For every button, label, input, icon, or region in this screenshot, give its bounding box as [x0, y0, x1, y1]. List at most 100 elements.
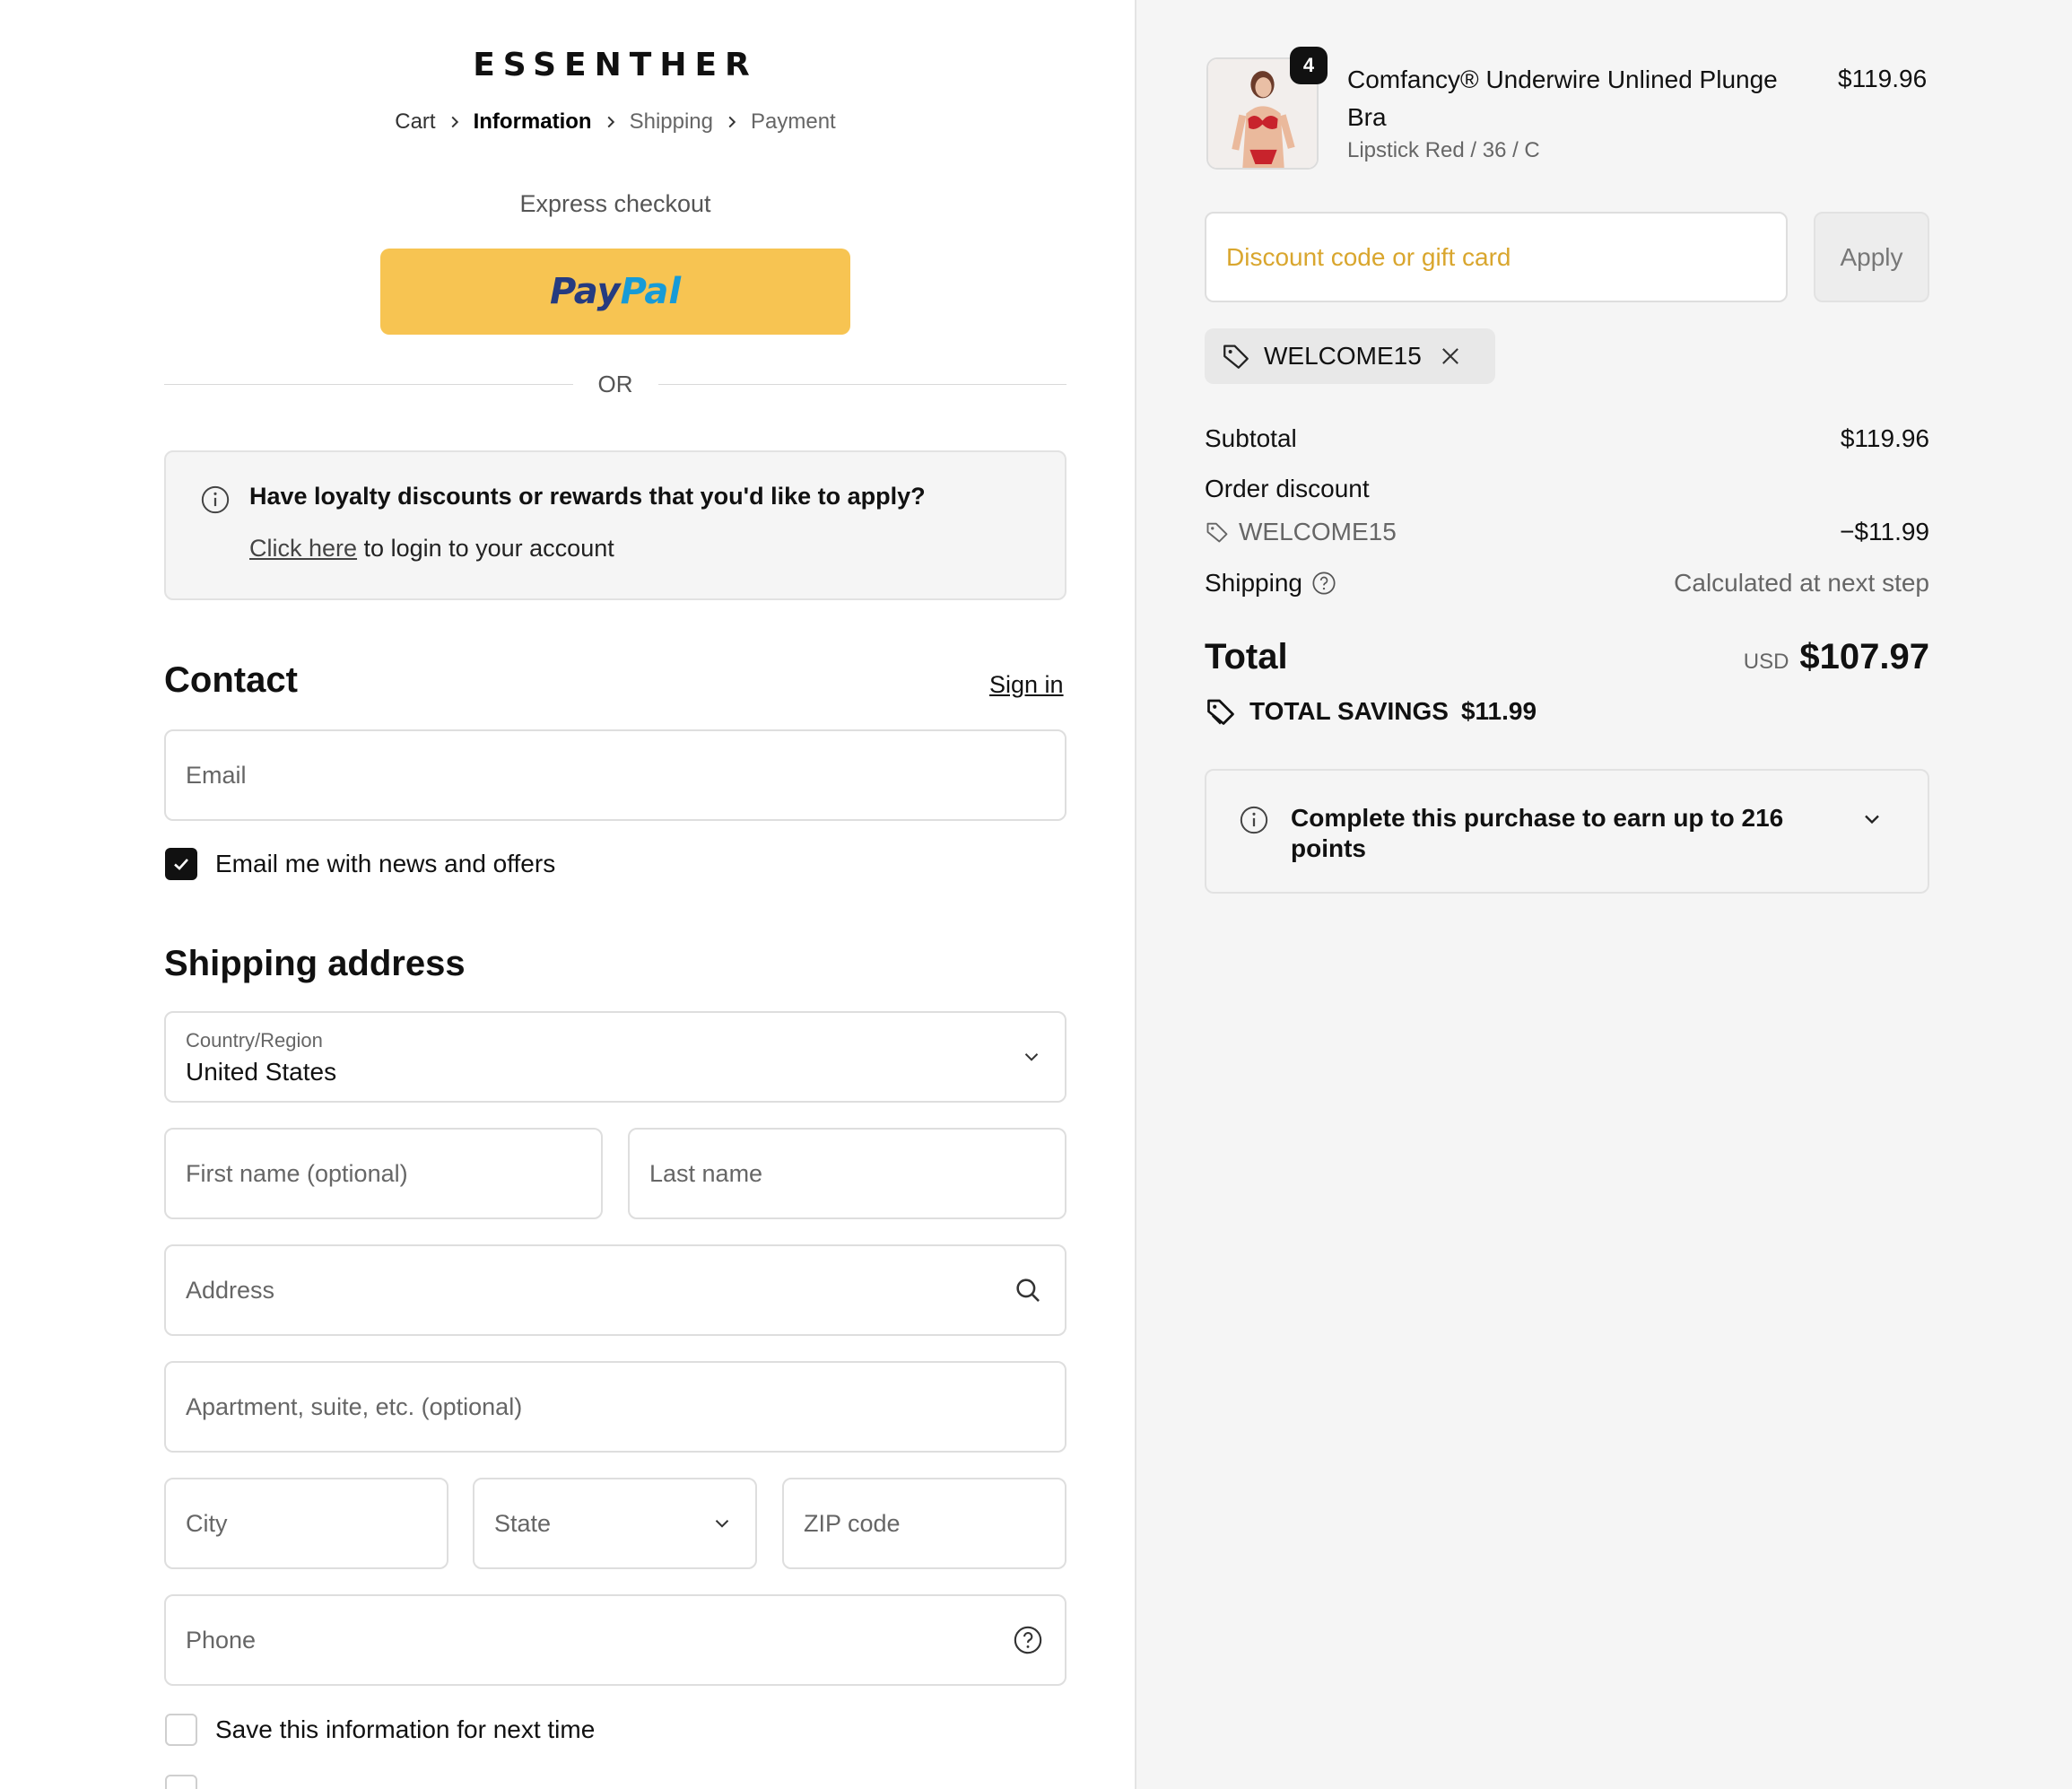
help-circle-icon[interactable] [1013, 1625, 1043, 1655]
chevron-down-icon [1024, 1053, 1039, 1061]
loyalty-login-link[interactable]: Click here [249, 535, 357, 562]
phone-field[interactable]: Phone [164, 1594, 1066, 1686]
quantity-badge: 4 [1290, 47, 1328, 84]
applied-discount-code: WELCOME15 [1264, 342, 1422, 370]
sms-checkbox[interactable] [165, 1775, 197, 1789]
address-placeholder: Address [186, 1276, 275, 1304]
breadcrumb-payment: Payment [751, 109, 836, 134]
sms-checkbox-row[interactable] [165, 1775, 197, 1789]
shipping-label: Shipping [1205, 569, 1302, 597]
points-accordion[interactable]: Complete this purchase to earn up to 216… [1205, 769, 1929, 894]
first-name-placeholder: First name (optional) [186, 1159, 408, 1187]
breadcrumb: Cart Information Shipping Payment [164, 109, 1066, 135]
discount-code-name: WELCOME15 [1239, 518, 1397, 545]
newsletter-checkbox[interactable] [165, 848, 197, 880]
chevron-right-icon [718, 116, 745, 128]
city-field[interactable]: City [164, 1478, 448, 1569]
zip-field[interactable]: ZIP code [782, 1478, 1066, 1569]
loyalty-banner: Have loyalty discounts or rewards that y… [164, 450, 1066, 600]
savings-value: $11.99 [1460, 697, 1537, 725]
breadcrumb-information: Information [473, 109, 592, 134]
subtotal-label: Subtotal [1205, 424, 1297, 452]
tag-icon [1206, 522, 1228, 543]
or-label: OR [597, 370, 633, 397]
order-discount-row: Order discount [1205, 475, 1929, 503]
info-icon [201, 485, 230, 514]
express-checkout-title: Express checkout [519, 190, 711, 217]
help-circle-icon[interactable] [1311, 571, 1336, 596]
discount-value: −$11.99 [1840, 518, 1929, 545]
shipping-address-heading: Shipping address [164, 944, 466, 983]
tag-icon [1207, 699, 1234, 725]
product-name: Comfancy® Underwire Unlined Plunge Bra [1347, 65, 1778, 131]
currency-code: USD [1743, 650, 1789, 674]
state-placeholder: State [494, 1509, 552, 1537]
save-info-label: Save this information for next time [215, 1715, 596, 1743]
shipping-row: Shipping Calculated at next step [1205, 569, 1929, 598]
apartment-placeholder: Apartment, suite, etc. (optional) [186, 1392, 523, 1420]
breadcrumb-cart[interactable]: Cart [389, 109, 440, 135]
subtotal-value: $119.96 [1840, 424, 1929, 452]
subtotal-row: Subtotal $119.96 [1205, 424, 1929, 453]
tag-icon [1223, 345, 1249, 369]
close-icon[interactable] [1438, 344, 1463, 369]
state-select[interactable]: State [473, 1478, 757, 1569]
discount-code-row: WELCOME15 −$11.99 [1205, 518, 1929, 546]
total-savings: TOTAL SAVINGS $11.99 [1205, 695, 1537, 728]
paypal-button[interactable]: Pay Pal [380, 249, 850, 335]
discount-placeholder: Discount code or gift card [1226, 242, 1511, 271]
total-label: Total [1205, 637, 1288, 676]
discount-code-input[interactable]: Discount code or gift card [1205, 212, 1788, 302]
product-price: $119.96 [1838, 65, 1928, 92]
apply-discount-button[interactable]: Apply [1814, 212, 1929, 302]
total-row: Total USD $107.97 [1205, 637, 1929, 677]
savings-label: TOTAL SAVINGS [1249, 697, 1449, 725]
newsletter-checkbox-row[interactable]: Email me with news and offers [165, 848, 555, 880]
city-placeholder: City [186, 1509, 228, 1537]
order-discount-label: Order discount [1205, 475, 1370, 502]
first-name-field[interactable]: First name (optional) [164, 1128, 603, 1219]
chevron-down-icon [715, 1520, 729, 1528]
address-field[interactable]: Address [164, 1244, 1066, 1336]
applied-discount-chip: WELCOME15 [1205, 328, 1495, 384]
divider-line [164, 383, 573, 385]
email-field[interactable]: Email [164, 729, 1066, 821]
save-info-checkbox-row[interactable]: Save this information for next time [165, 1714, 595, 1746]
phone-placeholder: Phone [186, 1626, 257, 1654]
chevron-right-icon [441, 116, 468, 128]
chevron-right-icon [597, 116, 624, 128]
country-label: Country/Region [186, 1029, 323, 1052]
product-thumbnail: 4 [1206, 47, 1328, 170]
apartment-field[interactable]: Apartment, suite, etc. (optional) [164, 1361, 1066, 1453]
zip-placeholder: ZIP code [804, 1509, 901, 1537]
email-placeholder: Email [186, 761, 247, 789]
chevron-down-icon[interactable] [1859, 807, 1885, 832]
shipping-value: Calculated at next step [1674, 569, 1929, 597]
country-value: United States [186, 1058, 337, 1086]
brand-logo[interactable]: ESSENTHER [164, 47, 1066, 83]
save-info-checkbox[interactable] [165, 1714, 197, 1746]
or-divider: OR [164, 370, 1066, 398]
loyalty-title: Have loyalty discounts or rewards that y… [249, 483, 926, 510]
last-name-field[interactable]: Last name [628, 1128, 1066, 1219]
sign-in-link[interactable]: Sign in [989, 671, 1064, 699]
loyalty-login-text: Click here to login to your account [249, 535, 614, 563]
shipping-label-wrap: Shipping [1205, 569, 1345, 598]
paypal-logo-part1: Pay [549, 271, 621, 312]
total-value: $107.97 [1799, 637, 1929, 676]
loyalty-login-suffix: to login to your account [357, 535, 614, 562]
info-icon [1240, 806, 1268, 834]
discount-code-info: WELCOME15 [1205, 518, 1397, 546]
last-name-placeholder: Last name [649, 1159, 763, 1187]
checkmark-icon [174, 859, 188, 870]
divider-line [657, 383, 1066, 385]
points-text: Complete this purchase to earn up to 216… [1291, 804, 1784, 862]
country-select[interactable]: Country/Region United States [164, 1011, 1066, 1103]
breadcrumb-shipping: Shipping [629, 109, 714, 134]
paypal-logo-part2: Pal [620, 271, 682, 312]
search-icon[interactable] [1013, 1275, 1043, 1305]
newsletter-label: Email me with news and offers [215, 850, 556, 877]
product-variant: Lipstick Red / 36 / C [1347, 138, 1540, 162]
contact-heading: Contact [164, 660, 298, 700]
checkout-main: ESSENTHER Cart Information Shipping Paym… [0, 0, 1135, 1789]
